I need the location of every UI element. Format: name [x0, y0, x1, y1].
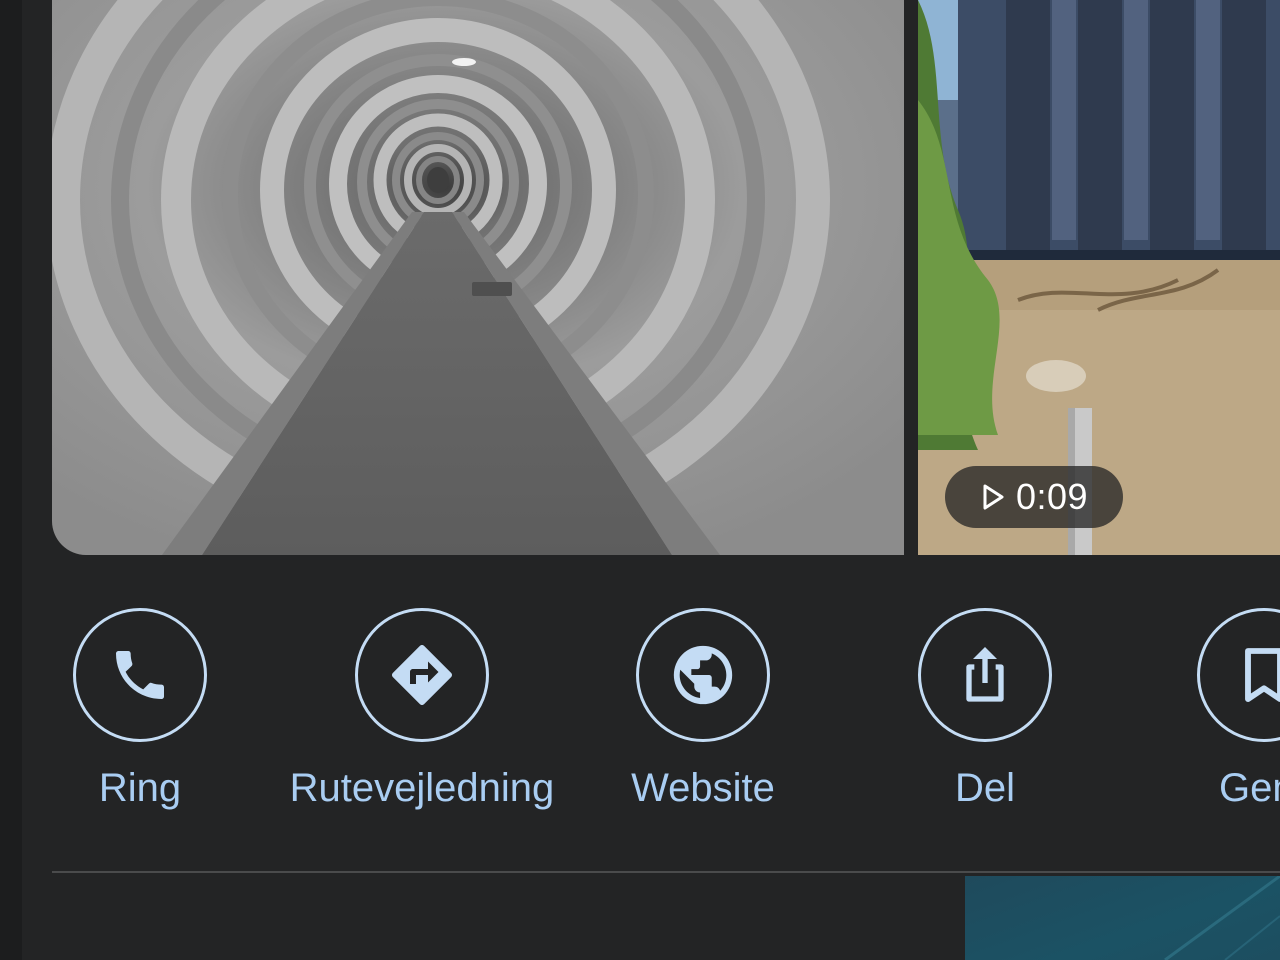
- directions-label: Rutevejledning: [289, 766, 555, 810]
- section-divider: [52, 871, 1280, 873]
- video-duration: 0:09: [1015, 476, 1089, 517]
- share-button[interactable]: [918, 608, 1052, 742]
- website-action[interactable]: Website: [573, 608, 833, 811]
- call-button[interactable]: [73, 608, 207, 742]
- directions-button[interactable]: [355, 608, 489, 742]
- save-label: Gem: [1219, 766, 1280, 810]
- save-action[interactable]: Gem: [1136, 608, 1280, 811]
- globe-icon: [673, 645, 733, 705]
- call-action[interactable]: Ring: [10, 608, 270, 811]
- map-thumbnail[interactable]: [965, 876, 1280, 960]
- screen-edge: [0, 0, 22, 960]
- phone-icon: [116, 651, 164, 699]
- call-label: Ring: [98, 766, 182, 810]
- video-duration-badge: 0:09: [945, 466, 1123, 528]
- directions-action[interactable]: Rutevejledning: [290, 608, 554, 811]
- bookmark-icon: [1245, 648, 1280, 702]
- save-button[interactable]: [1197, 608, 1280, 742]
- share-icon: [966, 647, 1004, 702]
- directions-icon: [392, 645, 452, 705]
- website-label: Website: [631, 766, 775, 810]
- share-action[interactable]: Del: [855, 608, 1115, 811]
- share-label: Del: [954, 766, 1016, 810]
- place-screen: 0:09 Ring Rutevejledning Website Del Ge: [0, 0, 1280, 960]
- play-icon: [983, 484, 1004, 510]
- place-photo[interactable]: [52, 0, 904, 555]
- website-button[interactable]: [636, 608, 770, 742]
